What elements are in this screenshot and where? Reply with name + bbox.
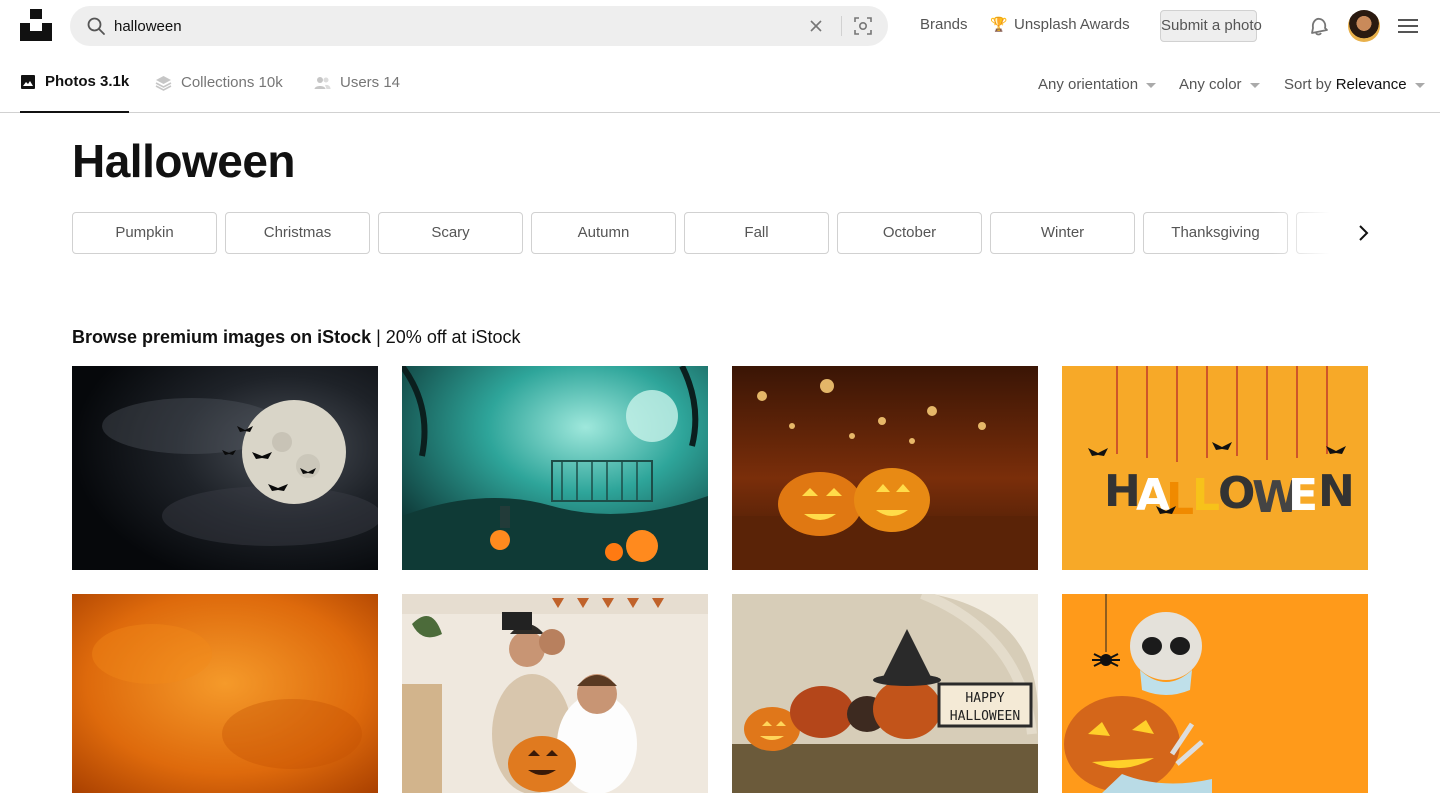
sort-value: Relevance [1335,76,1407,93]
notifications-bell-icon[interactable] [1308,14,1330,36]
tab-collections-count: 10k [258,74,283,91]
photo-spooky-cemetery[interactable] [402,366,708,570]
color-dropdown-label: Any color [1179,76,1242,93]
svg-text:HAPPY: HAPPY [965,691,1004,706]
istock-heading: Browse premium images on iStock | 20% of… [72,327,521,348]
layers-icon [155,75,172,91]
search-icon[interactable] [86,16,106,36]
chevron-down-icon [1146,82,1157,88]
tab-collections-label: Collections [181,74,255,91]
svg-text:HALLOWEEN: HALLOWEEN [950,709,1020,724]
svg-text:L: L [1192,470,1220,521]
clear-search-icon[interactable] [806,16,826,36]
tab-photos-count: 3.1k [100,73,130,90]
related-tag[interactable]: Thanksgiving [1143,212,1288,254]
istock-heading-bold[interactable]: Browse premium images on iStock [72,327,371,347]
image-icon [21,74,35,89]
search-tabs-bar: Photos 3.1k Collections 10k Users 14 Any… [0,52,1440,113]
related-tag[interactable]: Christmas [225,212,370,254]
brands-link[interactable]: Brands [920,16,968,33]
page-title: Halloween [72,135,296,187]
sort-dropdown[interactable]: Sort by Relevance [1284,76,1425,93]
related-tag[interactable]: Winter [990,212,1135,254]
photo-halloween-letters[interactable]: H A L L O W E N [1062,366,1368,570]
orientation-dropdown[interactable]: Any orientation [1038,76,1157,93]
tab-photos-label: Photos [45,73,96,90]
color-dropdown[interactable]: Any color [1179,76,1260,93]
users-icon [314,76,331,89]
search-bar [70,6,888,46]
user-avatar[interactable] [1348,10,1380,42]
istock-heading-rest[interactable]: | 20% off at iStock [376,327,520,347]
trophy-icon: 🏆 [990,16,1008,32]
photo-family-costumes[interactable] [402,594,708,793]
svg-text:L: L [1166,474,1194,525]
related-tag[interactable]: October [837,212,982,254]
awards-label: Unsplash Awards [1014,16,1130,33]
chevron-down-icon [1249,82,1260,88]
photo-skeleton-pumpkin-mask[interactable] [1062,594,1368,793]
related-tags: Pumpkin Christmas Scary Autumn Fall Octo… [72,212,1368,254]
tab-photos[interactable]: Photos 3.1k [20,52,130,113]
tab-users-count: 14 [383,74,401,91]
photo-full-moon-bats[interactable] [72,366,378,570]
photo-pumpkins-forest[interactable] [732,366,1038,570]
svg-text:A: A [1136,470,1170,521]
search-input[interactable] [114,14,814,38]
svg-text:E: E [1288,470,1318,521]
photo-orange-texture[interactable] [72,594,378,793]
sort-prefix: Sort by [1284,76,1332,93]
chevron-down-icon [1414,82,1425,88]
top-header: Brands 🏆 Unsplash Awards Submit a photo [0,0,1440,52]
visual-search-icon[interactable] [853,16,873,36]
tab-users[interactable]: Users 14 [314,52,400,113]
svg-text:N: N [1318,466,1355,517]
svg-text:O: O [1218,468,1255,519]
related-tag[interactable]: Scary [378,212,523,254]
photo-happy-halloween-table[interactable]: HAPPY HALLOWEEN [732,594,1038,793]
related-tag[interactable]: Autumn [531,212,676,254]
related-tag[interactable]: Fall [684,212,829,254]
submit-photo-button[interactable]: Submit a photo [1160,10,1262,42]
tab-collections[interactable]: Collections 10k [155,52,283,113]
related-tag[interactable]: Pumpkin [72,212,217,254]
orientation-dropdown-label: Any orientation [1038,76,1139,93]
search-divider [841,16,842,36]
awards-link[interactable]: 🏆 Unsplash Awards [990,16,1130,33]
chevron-right-icon[interactable] [1352,222,1374,244]
unsplash-logo-icon[interactable] [20,9,52,41]
tab-users-label: Users [340,74,380,91]
hamburger-menu-icon[interactable] [1398,18,1418,34]
